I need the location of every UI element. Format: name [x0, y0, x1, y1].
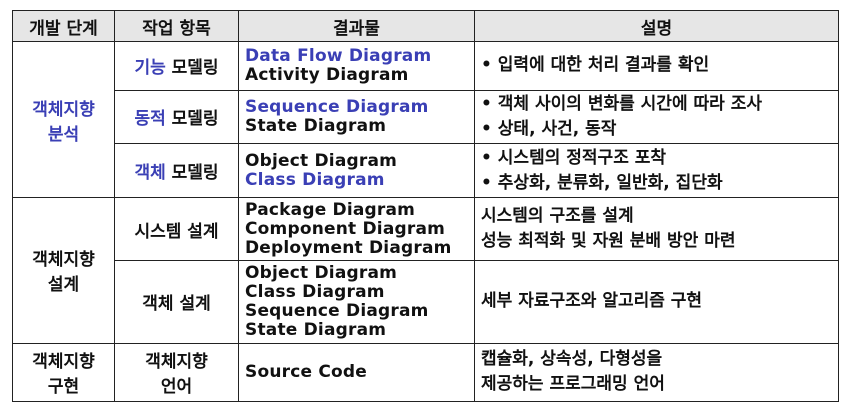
task-cell: 객체 모델링 — [114, 142, 239, 199]
deliverable-cell: Object Diagram Class Diagram Sequence Di… — [238, 259, 475, 344]
diagram-name: State Diagram — [245, 115, 387, 136]
phase-analysis: 객체지향 분석 — [12, 41, 115, 199]
diagram-name: Class Diagram — [245, 169, 385, 190]
diagram-name: Activity Diagram — [245, 64, 409, 85]
diagram-name: Object Diagram — [245, 262, 398, 283]
task-prefix: 객체 — [134, 163, 166, 184]
diagram-name: Component Diagram — [245, 218, 446, 239]
header-row: 개발 단계 작업 항목 결과물 설명 — [12, 9, 839, 43]
header-task: 작업 항목 — [114, 9, 239, 43]
table-row: 동적 모델링 Sequence Diagram State Diagram 객체… — [13, 89, 839, 145]
diagram-name: Source Code — [245, 361, 367, 382]
table-row: 객체지향 설계 시스템 설계 Package Diagram Component… — [12, 197, 839, 344]
description-item: 시스템의 정적구조 포착 — [481, 146, 832, 171]
description-item: 세부 자료구조와 알고리즘 구현 — [481, 291, 703, 312]
description-item: 성능 최적화 및 자원 분배 방안 마련 — [481, 231, 736, 252]
task-cell: 동적 모델링 — [114, 89, 239, 145]
description-item: 입력에 대한 처리 결과를 확인 — [481, 53, 832, 78]
diagram-name: Deployment Diagram — [245, 237, 452, 258]
task-prefix: 기능 — [134, 58, 166, 79]
deliverable-cell: Data Flow Diagram Activity Diagram — [238, 41, 475, 91]
phase-implementation: 객체지향 구현 — [12, 342, 115, 402]
deliverable-cell: Source Code — [238, 342, 475, 402]
task-suffix: 모델링 — [165, 109, 219, 130]
task-cell: 기능 모델링 — [114, 41, 239, 91]
deliverable-cell: Sequence Diagram State Diagram — [238, 89, 475, 145]
task-cell: 시스템 설계 — [114, 197, 239, 261]
diagram-name: Data Flow Diagram — [245, 45, 432, 66]
description-item: 상태, 사건, 동작 — [481, 117, 832, 142]
description-item: 객체 사이의 변화를 시간에 따라 조사 — [481, 92, 832, 117]
description-item: 제공하는 프로그래밍 언어 — [481, 374, 665, 395]
table-row: 객체지향 구현 객체지향 언어 Source Code 캡슐화, 상속성, 다형… — [12, 342, 839, 402]
diagram-name: Object Diagram — [245, 150, 398, 171]
description-cell: 캡슐화, 상속성, 다형성을 제공하는 프로그래밍 언어 — [474, 342, 839, 402]
header-phase: 개발 단계 — [12, 9, 115, 43]
task-cell: 객체지향 언어 — [114, 342, 239, 402]
header-deliverable: 결과물 — [238, 9, 475, 43]
table-row: 객체 설계 Object Diagram Class Diagram Seque… — [13, 259, 839, 344]
diagram-name: Package Diagram — [245, 199, 416, 220]
task-suffix: 모델링 — [165, 58, 219, 79]
description-cell: 입력에 대한 처리 결과를 확인 — [474, 41, 839, 91]
table-row: 객체 모델링 Object Diagram Class Diagram 시스템의… — [13, 142, 839, 199]
deliverable-cell: Object Diagram Class Diagram — [238, 142, 475, 199]
description-item: 추상화, 분류화, 일반화, 집단화 — [481, 171, 832, 196]
header-description: 설명 — [474, 9, 839, 43]
description-cell: 객체 사이의 변화를 시간에 따라 조사 상태, 사건, 동작 — [474, 89, 839, 145]
description-item: 캡슐화, 상속성, 다형성을 — [481, 349, 663, 370]
task-prefix: 동적 — [134, 109, 166, 130]
phase-design: 객체지향 설계 — [12, 197, 115, 344]
task-suffix: 모델링 — [165, 163, 219, 184]
diagram-name: State Diagram — [245, 319, 387, 340]
table-row: 객체지향 분석 기능 모델링 Data Flow Diagram Activit… — [12, 41, 839, 199]
diagram-name: Sequence Diagram — [245, 300, 429, 321]
diagram-name: Sequence Diagram — [245, 96, 429, 117]
diagram-name: Class Diagram — [245, 281, 385, 302]
description-cell: 시스템의 구조를 설계 성능 최적화 및 자원 분배 방안 마련 — [474, 197, 839, 261]
oop-development-table: 개발 단계 작업 항목 결과물 설명 객체지향 분석 기능 모델링 Data F… — [12, 9, 839, 402]
description-cell: 세부 자료구조와 알고리즘 구현 — [474, 259, 839, 344]
task-cell: 객체 설계 — [114, 259, 239, 344]
description-cell: 시스템의 정적구조 포착 추상화, 분류화, 일반화, 집단화 — [474, 142, 839, 199]
description-item: 시스템의 구조를 설계 — [481, 206, 634, 227]
deliverable-cell: Package Diagram Component Diagram Deploy… — [238, 197, 475, 261]
